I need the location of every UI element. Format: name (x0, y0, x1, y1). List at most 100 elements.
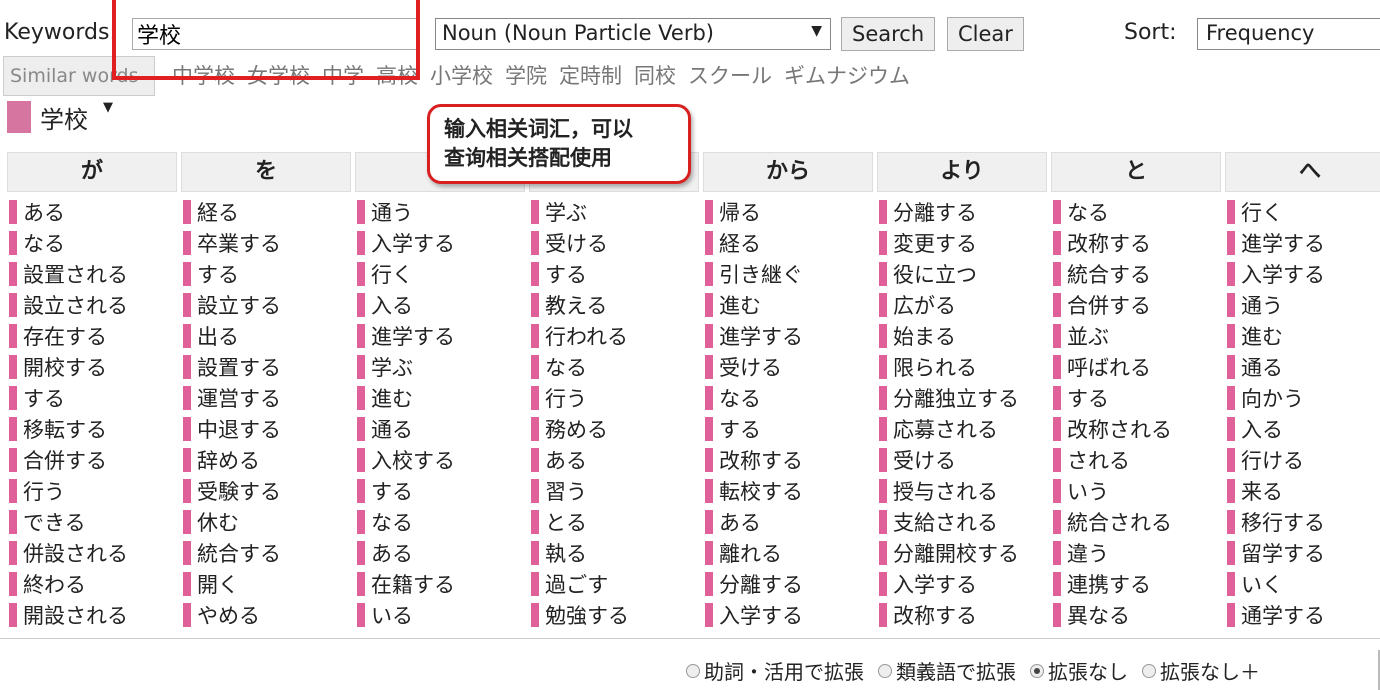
collocation-item[interactable]: 連携する (1051, 568, 1221, 599)
collocation-item[interactable]: 限られる (877, 351, 1047, 382)
collocation-item[interactable]: 行う (529, 382, 699, 413)
similar-word-link[interactable]: 学院 (505, 60, 547, 90)
collocation-item[interactable]: 呼ばれる (1051, 351, 1221, 382)
column-header[interactable]: が (7, 152, 177, 192)
collocation-item[interactable]: 統合する (181, 537, 351, 568)
collocation-item[interactable]: なる (355, 506, 525, 537)
radio-icon[interactable] (1142, 663, 1156, 678)
similar-word-link[interactable]: スクール (688, 60, 772, 90)
collocation-item[interactable]: 通う (1225, 289, 1380, 320)
similar-word-link[interactable]: ギムナジウム (784, 60, 910, 90)
collocation-item[interactable]: ある (7, 196, 177, 227)
expansion-radio[interactable]: 助詞・活用で拡張 (686, 656, 864, 685)
collocation-item[interactable]: 入学する (877, 568, 1047, 599)
collocation-item[interactable]: 帰る (703, 196, 873, 227)
collocation-item[interactable]: 入校する (355, 444, 525, 475)
collocation-item[interactable]: 分離する (877, 196, 1047, 227)
collocation-item[interactable]: なる (529, 351, 699, 382)
collocation-item[interactable]: 併設される (7, 537, 177, 568)
collocation-item[interactable]: 支給される (877, 506, 1047, 537)
collocation-item[interactable]: 合併する (7, 444, 177, 475)
collocation-item[interactable]: 異なる (1051, 599, 1221, 630)
collocation-item[interactable]: ある (355, 537, 525, 568)
collocation-item[interactable]: 移行する (1225, 506, 1380, 537)
collocation-item[interactable]: 通う (355, 196, 525, 227)
collocation-item[interactable]: 受ける (703, 351, 873, 382)
collocation-item[interactable]: なる (7, 227, 177, 258)
collocation-item[interactable]: 離れる (703, 537, 873, 568)
clear-button[interactable]: Clear (947, 17, 1024, 51)
collocation-item[interactable]: 並ぶ (1051, 320, 1221, 351)
collocation-item[interactable]: 卒業する (181, 227, 351, 258)
collocation-item[interactable]: 行く (355, 258, 525, 289)
collocation-item[interactable]: 経る (181, 196, 351, 227)
collocation-item[interactable]: 分離独立する (877, 382, 1047, 413)
expansion-radio[interactable]: 拡張なし (1030, 656, 1128, 685)
sort-select[interactable]: Frequency (1197, 18, 1380, 50)
collocation-item[interactable]: 分離開校する (877, 537, 1047, 568)
collocation-item[interactable]: やめる (181, 599, 351, 630)
column-header[interactable]: へ (1225, 152, 1380, 192)
collocation-item[interactable]: できる (7, 506, 177, 537)
collocation-item[interactable]: ある (529, 444, 699, 475)
collocation-item[interactable]: する (1051, 382, 1221, 413)
collocation-item[interactable]: 勉強する (529, 599, 699, 630)
collocation-item[interactable]: 入学する (703, 599, 873, 630)
collocation-item[interactable]: 向かう (1225, 382, 1380, 413)
collocation-item[interactable]: 執る (529, 537, 699, 568)
collocation-item[interactable]: 過ごす (529, 568, 699, 599)
collocation-item[interactable]: とる (529, 506, 699, 537)
radio-icon[interactable] (878, 663, 892, 678)
collocation-item[interactable]: 入学する (1225, 258, 1380, 289)
caret-down-icon[interactable]: ▼ (103, 100, 113, 115)
collocation-item[interactable]: 入る (355, 289, 525, 320)
collocation-item[interactable]: 進む (1225, 320, 1380, 351)
collocation-item[interactable]: 分離する (703, 568, 873, 599)
collocation-item[interactable]: 終わる (7, 568, 177, 599)
collocation-item[interactable]: いう (1051, 475, 1221, 506)
collocation-item[interactable]: 通学する (1225, 599, 1380, 630)
collocation-item[interactable]: 受ける (529, 227, 699, 258)
collocation-item[interactable]: ある (703, 506, 873, 537)
collocation-item[interactable]: 留学する (1225, 537, 1380, 568)
collocation-item[interactable]: する (355, 475, 525, 506)
collocation-item[interactable]: 行われる (529, 320, 699, 351)
collocation-item[interactable]: 運営する (181, 382, 351, 413)
collocation-item[interactable]: 設置する (181, 351, 351, 382)
collocation-item[interactable]: 進学する (355, 320, 525, 351)
collocation-item[interactable]: 開く (181, 568, 351, 599)
similar-word-link[interactable]: 定時制 (559, 60, 622, 90)
collocation-item[interactable]: 役に立つ (877, 258, 1047, 289)
collocation-item[interactable]: 在籍する (355, 568, 525, 599)
expansion-radio[interactable]: 拡張なし＋ (1142, 656, 1260, 685)
collocation-item[interactable]: 統合する (1051, 258, 1221, 289)
collocation-item[interactable]: 存在する (7, 320, 177, 351)
collocation-item[interactable]: 学ぶ (355, 351, 525, 382)
collocation-item[interactable]: 休む (181, 506, 351, 537)
collocation-item[interactable]: 受ける (877, 444, 1047, 475)
collocation-item[interactable]: する (181, 258, 351, 289)
collocation-item[interactable]: 務める (529, 413, 699, 444)
collocation-item[interactable]: 改称する (1051, 227, 1221, 258)
radio-icon[interactable] (1030, 663, 1044, 678)
collocation-item[interactable]: なる (703, 382, 873, 413)
collocation-item[interactable]: する (529, 258, 699, 289)
collocation-item[interactable]: 開校する (7, 351, 177, 382)
collocation-item[interactable]: 改称する (703, 444, 873, 475)
collocation-item[interactable]: 設立される (7, 289, 177, 320)
collocation-item[interactable]: 合併する (1051, 289, 1221, 320)
similar-word-link[interactable]: 小学校 (430, 60, 493, 90)
collocation-item[interactable]: 進む (703, 289, 873, 320)
collocation-item[interactable]: 変更する (877, 227, 1047, 258)
collocation-item[interactable]: される (1051, 444, 1221, 475)
collocation-item[interactable]: 入学する (355, 227, 525, 258)
search-button[interactable]: Search (841, 17, 936, 51)
collocation-item[interactable]: 教える (529, 289, 699, 320)
collocation-item[interactable]: 出る (181, 320, 351, 351)
collocation-item[interactable]: 引き継ぐ (703, 258, 873, 289)
column-header[interactable]: より (877, 152, 1047, 192)
collocation-item[interactable]: 辞める (181, 444, 351, 475)
collocation-item[interactable]: なる (1051, 196, 1221, 227)
collocation-item[interactable]: 進学する (703, 320, 873, 351)
collocation-item[interactable]: 行う (7, 475, 177, 506)
